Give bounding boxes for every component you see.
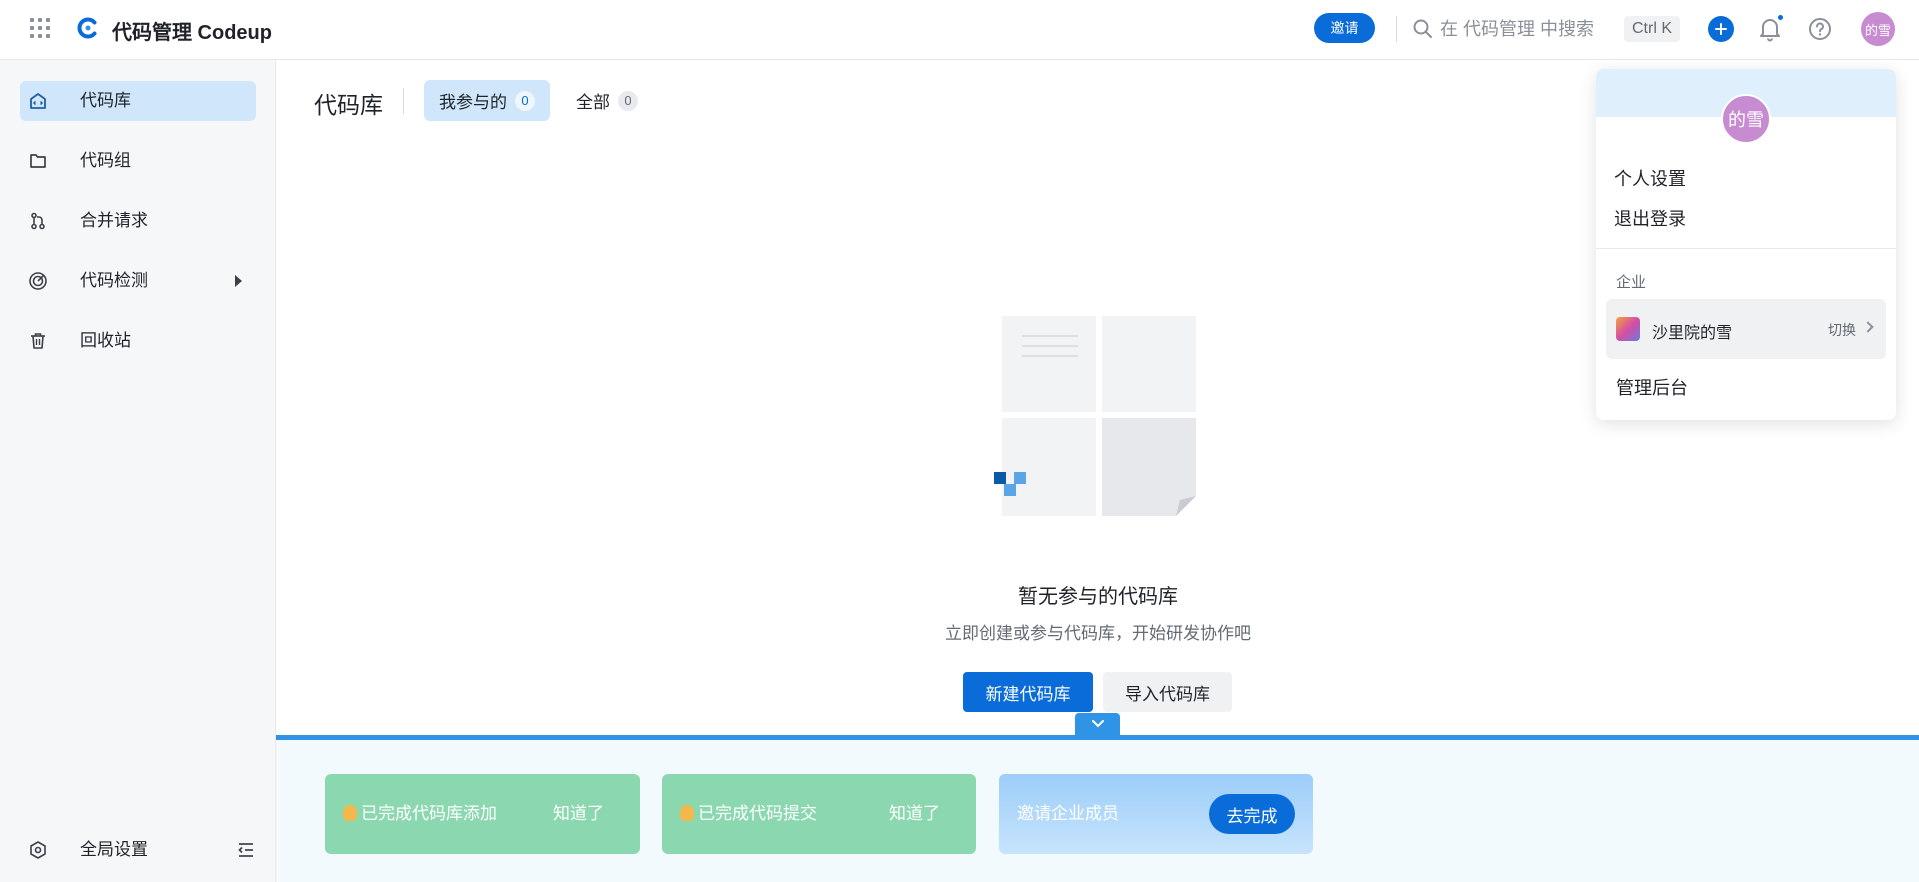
tab-all[interactable]: 全部 0 bbox=[561, 80, 653, 121]
repo-icon bbox=[30, 93, 46, 109]
plus-icon bbox=[1715, 23, 1727, 35]
empty-state-description: 立即创建或参与代码库，开始研发协作吧 bbox=[945, 624, 1251, 643]
task-dismiss-link[interactable]: 知道了 bbox=[889, 804, 940, 824]
import-repo-button[interactable]: 导入代码库 bbox=[1103, 672, 1232, 712]
header-divider bbox=[1396, 16, 1397, 42]
notification-dot bbox=[1776, 13, 1785, 22]
settings-hexagon-icon bbox=[30, 841, 46, 859]
empty-state-illustration bbox=[994, 316, 1196, 516]
task-text-label: 已完成代码库添加 bbox=[361, 804, 497, 823]
search-icon[interactable] bbox=[1412, 18, 1434, 40]
invite-button[interactable]: 邀请 bbox=[1314, 13, 1375, 43]
clap-icon bbox=[680, 805, 694, 821]
tab-label: 全部 bbox=[576, 93, 610, 112]
sidebar-item-label: 代码库 bbox=[80, 91, 131, 110]
search-input[interactable] bbox=[1440, 14, 1620, 44]
tab-count-badge: 0 bbox=[618, 90, 638, 111]
task-complete-button[interactable]: 去完成 bbox=[1209, 794, 1295, 834]
task-text: 已完成代码库添加 bbox=[343, 804, 497, 824]
sidebar-item-label: 代码检测 bbox=[80, 271, 148, 290]
org-switch-row[interactable]: 沙里院的雪 切换 bbox=[1606, 299, 1886, 359]
sidebar-item-merge-requests[interactable]: 合并请求 bbox=[20, 201, 256, 241]
admin-console-item[interactable]: 管理后台 bbox=[1616, 377, 1688, 399]
page-title: 代码库 bbox=[314, 92, 383, 118]
expand-arrow-icon[interactable] bbox=[235, 275, 242, 287]
top-bar: 代码管理 Codeup 邀请 Ctrl K 的雪 bbox=[0, 0, 1919, 60]
chevron-down-icon bbox=[1091, 720, 1104, 728]
sidebar: 代码库 代码组 合并请求 代码检测 回收站 全局设置 bbox=[0, 60, 276, 882]
create-repo-button[interactable]: 新建代码库 bbox=[963, 672, 1093, 712]
tab-label: 我参与的 bbox=[439, 93, 507, 112]
sidebar-item-label: 合并请求 bbox=[80, 211, 148, 230]
task-card-code-committed: 已完成代码提交 知道了 bbox=[662, 774, 976, 854]
sidebar-item-trash[interactable]: 回收站 bbox=[20, 321, 256, 361]
merge-request-icon bbox=[31, 212, 45, 230]
sidebar-item-code-scan[interactable]: 代码检测 bbox=[20, 261, 256, 301]
title-divider bbox=[403, 88, 404, 114]
menu-divider bbox=[1596, 248, 1896, 249]
task-text-label: 已完成代码提交 bbox=[698, 804, 817, 823]
codeup-logo-icon[interactable] bbox=[76, 16, 100, 40]
personal-settings-item[interactable]: 个人设置 bbox=[1614, 168, 1686, 190]
task-text-label: 邀请企业成员 bbox=[1017, 804, 1119, 823]
sidebar-item-label: 代码组 bbox=[80, 151, 131, 170]
clap-icon bbox=[343, 805, 357, 821]
task-card-invite-members: 邀请企业成员 去完成 bbox=[999, 774, 1313, 854]
apps-grid-icon[interactable] bbox=[30, 18, 50, 38]
task-text: 已完成代码提交 bbox=[680, 804, 817, 824]
tab-participated[interactable]: 我参与的 0 bbox=[424, 80, 550, 121]
sidebar-item-label: 回收站 bbox=[80, 331, 131, 350]
create-plus-button[interactable] bbox=[1708, 16, 1734, 42]
chevron-right-icon bbox=[1862, 321, 1874, 333]
code-scan-icon bbox=[29, 272, 47, 290]
folder-icon bbox=[30, 154, 46, 168]
collapse-sidebar-icon[interactable] bbox=[236, 840, 256, 860]
sidebar-item-repos[interactable]: 代码库 bbox=[20, 81, 256, 121]
global-settings-row[interactable]: 全局设置 bbox=[20, 830, 256, 870]
user-menu-avatar: 的雪 bbox=[1721, 94, 1771, 144]
tab-count-badge: 0 bbox=[515, 90, 535, 111]
task-card-repo-added: 已完成代码库添加 知道了 bbox=[325, 774, 640, 854]
task-dismiss-link[interactable]: 知道了 bbox=[553, 804, 604, 824]
app-title[interactable]: 代码管理 Codeup bbox=[112, 16, 272, 45]
org-logo bbox=[1616, 317, 1640, 341]
global-settings-label: 全局设置 bbox=[80, 840, 148, 859]
org-section-label: 企业 bbox=[1616, 274, 1647, 291]
help-icon[interactable] bbox=[1808, 17, 1832, 41]
org-switch-label: 切换 bbox=[1828, 322, 1856, 338]
logout-item[interactable]: 退出登录 bbox=[1614, 208, 1686, 230]
trash-icon bbox=[31, 333, 45, 349]
empty-state-title: 暂无参与的代码库 bbox=[1018, 586, 1178, 608]
task-panel-toggle[interactable] bbox=[1075, 713, 1120, 735]
user-menu-dropdown: 的雪 个人设置 退出登录 企业 沙里院的雪 切换 管理后台 bbox=[1596, 69, 1896, 420]
org-name: 沙里院的雪 bbox=[1652, 325, 1733, 342]
search-shortcut-badge: Ctrl K bbox=[1624, 16, 1680, 42]
sidebar-item-groups[interactable]: 代码组 bbox=[20, 141, 256, 181]
user-avatar[interactable]: 的雪 bbox=[1861, 12, 1895, 46]
